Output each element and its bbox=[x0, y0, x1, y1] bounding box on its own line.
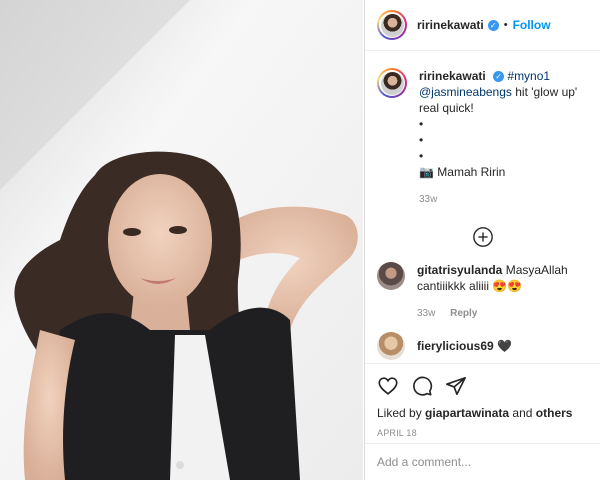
portrait-illustration bbox=[0, 0, 363, 480]
caption-hashtag[interactable]: #myno1 bbox=[507, 69, 550, 83]
post-date[interactable]: APRIL 18 bbox=[377, 428, 588, 438]
caption-timestamp[interactable]: 33w bbox=[419, 192, 588, 208]
caption-bullet: • bbox=[419, 117, 424, 131]
author-avatar[interactable] bbox=[377, 10, 407, 40]
like-heart-icon[interactable] bbox=[377, 375, 399, 397]
add-comment-input[interactable] bbox=[377, 455, 588, 469]
author-username[interactable]: ririnekawati bbox=[417, 18, 484, 32]
load-more-comments-icon[interactable] bbox=[472, 226, 494, 248]
caption-username[interactable]: ririnekawati bbox=[419, 69, 486, 83]
liked-by-user[interactable]: giapartawinata bbox=[425, 406, 509, 420]
caption-avatar[interactable] bbox=[377, 68, 407, 98]
comment-emoji: 🖤 bbox=[497, 339, 513, 353]
liked-by-line: Liked by giapartawinata and others bbox=[377, 406, 588, 420]
comment-bubble-icon[interactable] bbox=[411, 375, 433, 397]
comment-emoji: 😍😍 bbox=[492, 279, 523, 293]
commenter-avatar[interactable] bbox=[377, 332, 405, 360]
liked-by-others[interactable]: others bbox=[536, 406, 573, 420]
verified-badge-icon: ✓ bbox=[487, 19, 499, 31]
post-header: ririnekawati ✓ • Follow bbox=[365, 0, 600, 51]
follow-button[interactable]: Follow bbox=[513, 18, 551, 32]
share-plane-icon[interactable] bbox=[445, 375, 467, 397]
comments-list[interactable]: ririnekawati ✓ #myno1 @jasmineabengs hit… bbox=[365, 52, 600, 363]
add-comment-bar bbox=[365, 443, 600, 480]
load-more-row bbox=[377, 226, 588, 248]
comment-username[interactable]: gitatrisyulanda bbox=[417, 263, 502, 277]
caption-mention[interactable]: @jasmineabengs bbox=[419, 85, 512, 99]
comment-item: gitatrisyulanda MasyaAllah cantiiikkk al… bbox=[377, 262, 588, 322]
comment-timestamp[interactable]: 33w bbox=[417, 308, 435, 319]
separator-dot: • bbox=[503, 19, 508, 31]
post-photo[interactable] bbox=[0, 0, 363, 480]
post-actions: Liked by giapartawinata and others APRIL… bbox=[365, 363, 600, 438]
caption-signature: Mamah Ririn bbox=[437, 165, 506, 179]
post-side-panel: ririnekawati ✓ • Follow ririnekawati ✓ #… bbox=[364, 0, 600, 480]
comment-item: fierylicious69 🖤 bbox=[377, 332, 588, 360]
liked-by-joiner: and bbox=[512, 406, 533, 420]
camera-icon: 📷 bbox=[419, 165, 434, 179]
liked-by-prefix: Liked by bbox=[377, 406, 422, 420]
commenter-avatar[interactable] bbox=[377, 262, 405, 290]
caption-bullet: • bbox=[419, 133, 424, 147]
caption: ririnekawati ✓ #myno1 @jasmineabengs hit… bbox=[377, 68, 588, 208]
comment-username[interactable]: fierylicious69 bbox=[417, 339, 494, 353]
caption-bullet: • bbox=[419, 149, 424, 163]
verified-badge-icon: ✓ bbox=[493, 71, 505, 83]
reply-button[interactable]: Reply bbox=[450, 308, 477, 319]
